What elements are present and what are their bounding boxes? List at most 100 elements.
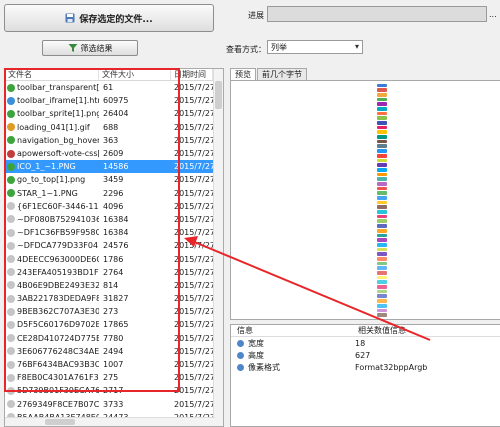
info-bullet-icon [237,363,244,371]
sprite-icon [377,210,387,214]
file-name: 5D739B01F39ECA76A... [17,386,99,396]
file-name: toolbar_iframe[1].htm [17,96,99,106]
view-mode-label: 查看方式： [226,45,266,54]
file-list-row[interactable]: 243EFA405193BD1F10... 2764 2015/7/27 [5,266,223,279]
preview-tabs: 预览 前几个字节 [230,68,308,80]
file-name: navigation_bg_hover[ [17,135,99,145]
file-list-row[interactable]: 2769349F8CE7B07CB... 3733 2015/7/27 [5,398,223,411]
column-header-size[interactable]: 文件大小 [99,69,171,80]
file-list-row[interactable]: {6F1EC60F-3446-11E... 4096 2015/7/27 [5,200,223,213]
file-type-icon [7,189,15,198]
tab-preview[interactable]: 预览 [230,68,256,80]
file-list-row[interactable]: ~DFDCA779D33F0410... 24576 2015/7/27 [5,239,223,252]
sprite-icon [377,252,387,256]
horizontal-scrollbar[interactable] [5,417,215,426]
sprite-icon [377,275,387,280]
file-list-row[interactable]: 4DEECC963000DE6CE... 1786 2015/7/27 [5,252,223,265]
file-name-cell: go_to_top[1].png [5,175,99,184]
file-name-cell: ICO_1_~1.PNG [5,162,99,171]
file-date: 2015/7/27 [174,96,213,106]
file-date: 2015/7/27 [174,373,213,383]
file-list-row[interactable]: 9BEB362C707A3E30D... 273 2015/7/27 [5,305,223,318]
view-mode-select[interactable]: 列举 ▾ [267,40,363,54]
file-list-row[interactable]: toolbar_iframe[1].htm 60975 2015/7/27 [5,94,223,107]
file-type-icon [7,307,15,316]
file-list-row[interactable]: 5D739B01F39ECA76A... 2717 2015/7/27 [5,384,223,397]
file-list-row[interactable]: toolbar_sprite[1].png 26404 2015/7/27 [5,107,223,120]
info-key: 高度 [248,350,264,360]
sprite-icon [377,125,387,130]
sprite-icon [377,219,387,224]
file-name-cell: ~DFDCA779D33F0410... [5,241,99,250]
file-name: toolbar_transparent[ [17,83,99,93]
file-list-row[interactable]: 3E606776248C34AE1... 2494 2015/7/27 [5,345,223,358]
file-list-row[interactable]: navigation_bg_hover[363 2015/7/27 [5,134,223,147]
column-header-date[interactable]: 日期时间 [171,69,213,80]
file-size: 688 [103,122,119,132]
file-date: 2015/7/27 [174,122,213,132]
file-name-cell: D5F5C60176D9702E3... [5,320,99,329]
file-type-icon [7,281,15,290]
file-type-icon [7,162,15,171]
file-list-row[interactable]: apowersoft-vote-css[2609 2015/7/27 [5,147,223,160]
file-name: ICO_1_~1.PNG [17,162,76,172]
file-size: 3733 [103,399,124,409]
file-type-icon [7,294,15,303]
vertical-scrollbar-thumb[interactable] [215,81,222,109]
sprite-icon [377,266,387,270]
file-list-row[interactable]: go_to_top[1].png 3459 2015/7/27 [5,173,223,186]
file-name: 4B06E9DBE2493E326... [17,280,99,290]
vertical-scrollbar[interactable] [213,69,223,426]
file-type-icon [7,386,15,395]
file-list-row[interactable]: 4B06E9DBE2493E326... 814 2015/7/27 [5,279,223,292]
file-date: 2015/7/27 [174,254,213,264]
filter-results-button[interactable]: 筛选结果 [42,40,138,56]
file-list-row[interactable]: 3AB221783DEDA9F89... 31827 2015/7/27 [5,292,223,305]
sprite-icon [377,116,387,120]
file-name-cell: 9BEB362C707A3E30D... [5,307,99,316]
file-size: 2717 [103,386,124,396]
file-list[interactable]: 文件名 文件大小 日期时间 toolbar_transparent[61 2015… [4,68,224,427]
file-type-icon [7,215,15,224]
file-list-header: 文件名 文件大小 日期时间 [5,69,223,81]
file-date: 2015/7/27 [174,320,213,330]
file-list-row[interactable]: D5F5C60176D9702E3... 17865 2015/7/27 [5,318,223,331]
file-size: 2609 [103,149,124,159]
file-date: 2015/7/27 [174,188,213,198]
file-size: 275 [103,373,119,383]
sprite-icon [377,111,387,116]
file-date: 2015/7/27 [174,346,213,356]
file-type-icon [7,347,15,356]
tab-first-bytes[interactable]: 前几个字节 [257,68,307,80]
file-list-row[interactable]: CE28D410724D775EB... 7780 2015/7/27 [5,332,223,345]
file-name: apowersoft-vote-css[ [17,149,99,159]
column-header-name[interactable]: 文件名 [5,69,99,80]
sprite-icon [377,135,387,139]
file-list-row[interactable]: STAR_1~1.PNG 2296 2015/7/27 [5,187,223,200]
file-name-cell: toolbar_sprite[1].png [5,109,99,118]
file-name-cell: 2769349F8CE7B07CB... [5,400,99,409]
file-list-row[interactable]: ICO_1_~1.PNG 14586 2015/7/27 [5,160,223,174]
file-list-row[interactable]: toolbar_transparent[61 2015/7/27 [5,81,223,94]
info-rows: 宽度 18 高度 627 像素格式 Format32bppArgb [231,337,500,373]
file-type-icon [7,228,15,237]
file-name: loading_041[1].gif [17,122,90,132]
save-selected-button[interactable]: 保存选定的文件... [4,4,214,32]
file-list-row[interactable]: ~DF080B7529410364... 16384 2015/7/27 [5,213,223,226]
info-header-value: 相关数值信息 [358,326,406,335]
file-date: 2015/7/27 [174,294,213,304]
file-list-row[interactable]: ~DF1C36FB59F958C3... 16384 2015/7/27 [5,226,223,239]
sprite-icon [377,177,387,181]
file-name-cell: apowersoft-vote-css[ [5,149,99,158]
file-date: 2015/7/27 [174,214,213,224]
sprite-icon [377,256,387,261]
horizontal-scrollbar-thumb[interactable] [45,419,75,425]
file-date: 2015/7/27 [174,360,213,370]
file-type-icon [7,241,15,250]
file-list-row[interactable]: 76BF6434BAC93B3CF... 1007 2015/7/27 [5,358,223,371]
file-name-cell: navigation_bg_hover[ [5,136,99,145]
sprite-icon [377,97,387,102]
sprite-icon [377,163,387,167]
file-list-row[interactable]: F8EB0C4301A761F32... 275 2015/7/27 [5,371,223,384]
file-list-row[interactable]: loading_041[1].gif 688 2015/7/27 [5,121,223,134]
